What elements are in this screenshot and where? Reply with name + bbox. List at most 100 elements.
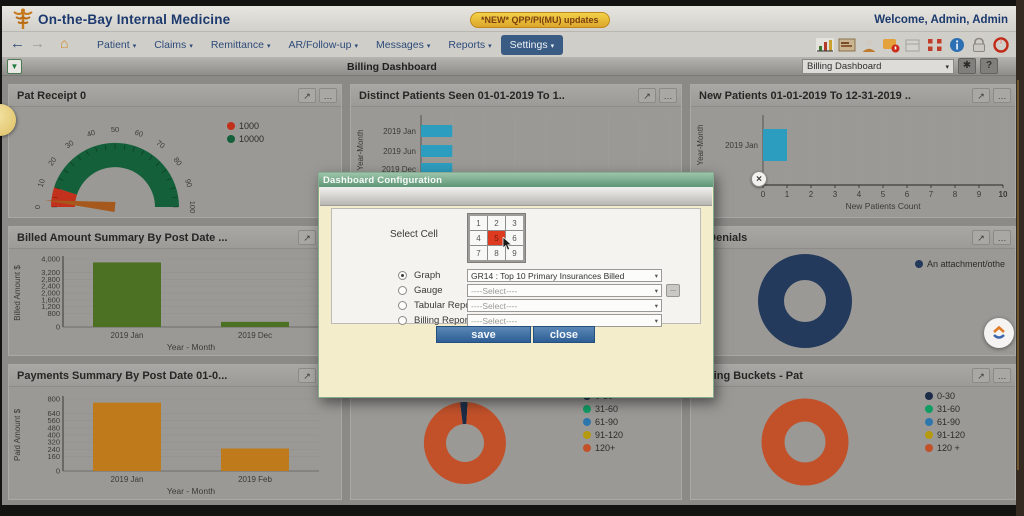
svg-text:100: 100	[188, 201, 197, 214]
expand-icon[interactable]: ↗	[298, 230, 316, 245]
legend-item: 61-90	[925, 417, 965, 427]
chevron-down-icon: ▾	[655, 302, 658, 310]
svg-text:New Patients Count: New Patients Count	[845, 201, 921, 211]
menu-icon[interactable]: …	[659, 88, 677, 103]
nav-item-settings[interactable]: Settings▾	[501, 35, 563, 55]
home-icon[interactable]: ⌂	[60, 35, 68, 51]
package-icon[interactable]	[903, 36, 922, 53]
menu-icon[interactable]: …	[993, 88, 1011, 103]
top-letterbox	[0, 0, 1024, 6]
select-cell-7[interactable]: 7	[470, 246, 487, 260]
apps-icon[interactable]	[925, 36, 944, 53]
expand-icon[interactable]: ↗	[298, 368, 316, 383]
panel-header: Distinct Patients Seen 01-01-2019 To 1..…	[351, 85, 681, 107]
panel-header: Aging Buckets - Pat ↗…	[691, 365, 1015, 387]
nav-item-ar-follow-up[interactable]: AR/Follow-up▾	[279, 35, 367, 55]
menu-icon[interactable]: …	[993, 230, 1011, 245]
svg-text:2019 Jan: 2019 Jan	[111, 475, 144, 484]
page-toolbar: ▼ Billing Dashboard Billing Dashboard ▾ …	[2, 57, 1016, 76]
report-icon[interactable]	[837, 36, 856, 53]
expand-icon[interactable]: ↗	[638, 88, 656, 103]
select-cell-3[interactable]: 3	[506, 216, 523, 230]
forward-icon[interactable]: →	[30, 35, 45, 52]
back-icon[interactable]: ←	[10, 35, 25, 52]
radio-tabular-report[interactable]	[398, 301, 407, 310]
select-cell-1[interactable]: 1	[470, 216, 487, 230]
gauge-more-button[interactable]: ...	[666, 284, 680, 297]
panel-denials: 5 Denials ↗… An attachment/othe	[690, 226, 1016, 356]
panel-header: Billed Amount Summary By Post Date ... ↗…	[9, 227, 341, 249]
user-icon[interactable]	[859, 36, 878, 53]
floating-widget-icon[interactable]	[984, 318, 1014, 348]
close-icon[interactable]: ×	[751, 171, 767, 187]
nav-item-reports[interactable]: Reports▾	[439, 35, 500, 55]
expand-icon[interactable]: ↗	[298, 88, 316, 103]
radio-gauge[interactable]	[398, 286, 407, 295]
bar-chart-icon[interactable]	[815, 36, 834, 53]
option-row-gauge: Gauge----Select----▾...	[332, 284, 700, 298]
modal-titlebar[interactable]: Dashboard Configuration	[319, 173, 713, 187]
nav-bar: ← → ⌂ Patient▾Claims▾Remittance▾AR/Follo…	[2, 32, 1016, 57]
gear-icon[interactable]: ✱	[958, 58, 976, 74]
save-button[interactable]: save	[436, 326, 531, 343]
modal-subheader	[320, 187, 712, 206]
legend-item: 31-60	[925, 404, 965, 414]
svg-text:2019 Jan: 2019 Jan	[383, 127, 416, 136]
menu-icon[interactable]: …	[319, 88, 337, 103]
svg-text:0: 0	[761, 190, 766, 199]
svg-text:Year-Month: Year-Month	[696, 124, 705, 165]
updates-badge[interactable]: *NEW* QPP/PI(MU) updates	[470, 12, 610, 28]
scrollbar[interactable]	[1016, 0, 1024, 516]
menu-icon[interactable]: …	[993, 368, 1011, 383]
nav-item-messages[interactable]: Messages▾	[367, 35, 439, 55]
payments-chart: Paid Amount $800640560480400320240160020…	[9, 387, 341, 499]
svg-text:4: 4	[857, 190, 862, 199]
select-cell-grid: 123456789	[468, 214, 525, 262]
svg-text:80: 80	[172, 155, 184, 167]
radio-billing-report[interactable]	[398, 316, 407, 325]
filter-icon[interactable]: ▼	[7, 59, 22, 74]
message-alert-icon[interactable]	[881, 36, 900, 53]
chart-legend: 100010000	[227, 121, 264, 144]
dashboard-select[interactable]: Billing Dashboard ▾	[802, 59, 954, 74]
select-cell-4[interactable]: 4	[470, 231, 487, 245]
svg-text:Paid Amount $: Paid Amount $	[13, 408, 22, 461]
chart-legend: 0-3031-6061-9091-120120 +	[925, 391, 965, 453]
expand-icon[interactable]: ↗	[972, 230, 990, 245]
new-patients-chart: Year-Month2019 Jan012345678910New Patien…	[691, 107, 1015, 217]
radio-graph[interactable]	[398, 271, 407, 280]
welcome-text: Welcome, Admin, Admin	[874, 14, 1008, 26]
panel-new-patients: New Patients 01-01-2019 To 12-31-2019 ..…	[690, 84, 1016, 218]
legend-item: 120+	[583, 443, 623, 453]
svg-text:4,000: 4,000	[41, 255, 60, 264]
expand-icon[interactable]: ↗	[972, 368, 990, 383]
legend-item: 120 +	[925, 443, 965, 453]
option-label: Graph	[414, 270, 440, 281]
dropdown-gauge[interactable]: ----Select----▾	[467, 284, 662, 297]
legend-item: 10000	[227, 134, 264, 144]
info-icon[interactable]	[947, 36, 966, 53]
svg-text:2019 Jan: 2019 Jan	[725, 141, 758, 150]
nav-item-patient[interactable]: Patient▾	[88, 35, 145, 55]
logout-icon[interactable]	[991, 36, 1010, 53]
svg-text:3: 3	[833, 190, 838, 199]
dropdown-graph[interactable]: GR14 : Top 10 Primary Insurances Billed▾	[467, 269, 662, 282]
dropdown-tabular-report[interactable]: ----Select----▾	[467, 299, 662, 312]
svg-text:160: 160	[47, 452, 60, 461]
nav-item-remittance[interactable]: Remittance▾	[202, 35, 280, 55]
legend-item: 31-60	[583, 404, 623, 414]
help-button[interactable]: ?	[980, 58, 998, 74]
lock-icon[interactable]	[969, 36, 988, 53]
select-cell-2[interactable]: 2	[488, 216, 505, 230]
panel-title: Distinct Patients Seen 01-01-2019 To 1..	[359, 90, 565, 102]
panel-title: Payments Summary By Post Date 01-0...	[17, 370, 227, 382]
svg-text:70: 70	[155, 138, 167, 150]
svg-text:10: 10	[36, 178, 47, 189]
nav-item-claims[interactable]: Claims▾	[145, 35, 202, 55]
svg-text:1: 1	[785, 190, 790, 199]
screen: On-the-Bay Internal Medicine *NEW* QPP/P…	[0, 0, 1024, 516]
quick-icons	[815, 36, 1010, 53]
legend-item: 91-120	[925, 430, 965, 440]
close-button[interactable]: close	[533, 326, 595, 343]
expand-icon[interactable]: ↗	[972, 88, 990, 103]
